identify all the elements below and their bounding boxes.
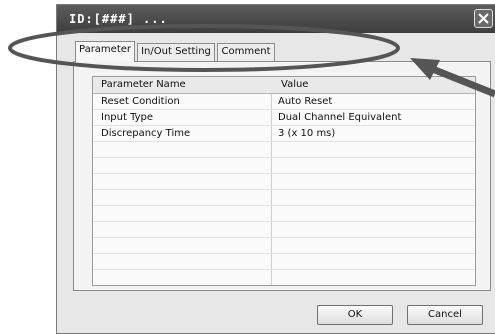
cell-value: 3 (x 10 ms) bbox=[278, 128, 336, 139]
title-bar[interactable]: ID:[###] ... bbox=[57, 5, 495, 33]
cell-value: Dual Channel Equivalent bbox=[278, 112, 402, 123]
tab-in-out-setting[interactable]: In/Out Setting bbox=[137, 43, 215, 61]
table-row[interactable] bbox=[93, 222, 475, 238]
tab-parameter[interactable]: Parameter bbox=[75, 41, 135, 62]
table-row[interactable]: Discrepancy Time 3 (x 10 ms) bbox=[93, 126, 475, 142]
table-row[interactable]: Input Type Dual Channel Equivalent bbox=[93, 110, 475, 126]
cell-value: Auto Reset bbox=[278, 96, 333, 107]
cell-parameter-name: Discrepancy Time bbox=[101, 128, 191, 139]
table-row[interactable] bbox=[93, 174, 475, 190]
cell-parameter-name: Reset Condition bbox=[101, 96, 180, 107]
table-row[interactable] bbox=[93, 190, 475, 206]
table-row[interactable] bbox=[93, 206, 475, 222]
tab-panel-parameter: Parameter Name Value Reset Condition Auto… bbox=[73, 61, 491, 291]
table-header: Parameter Name Value bbox=[93, 77, 475, 94]
ok-button[interactable]: OK bbox=[317, 305, 393, 325]
tab-comment[interactable]: Comment bbox=[217, 43, 275, 61]
parameter-table: Parameter Name Value Reset Condition Auto… bbox=[92, 76, 476, 286]
column-header-parameter-name[interactable]: Parameter Name bbox=[101, 77, 186, 93]
table-row[interactable] bbox=[93, 158, 475, 174]
table-row[interactable] bbox=[93, 270, 475, 285]
table-row[interactable] bbox=[93, 254, 475, 270]
window-title: ID:[###] ... bbox=[69, 12, 168, 26]
table-row[interactable] bbox=[93, 142, 475, 158]
dialog-window: ID:[###] ... Parameter In/Out Setting Co… bbox=[56, 4, 495, 334]
column-header-value[interactable]: Value bbox=[281, 77, 308, 93]
cell-parameter-name: Input Type bbox=[101, 112, 154, 123]
cancel-button[interactable]: Cancel bbox=[407, 305, 483, 325]
close-icon bbox=[478, 13, 489, 24]
table-row[interactable]: Reset Condition Auto Reset bbox=[93, 94, 475, 110]
close-button[interactable] bbox=[474, 9, 493, 28]
table-row[interactable] bbox=[93, 238, 475, 254]
